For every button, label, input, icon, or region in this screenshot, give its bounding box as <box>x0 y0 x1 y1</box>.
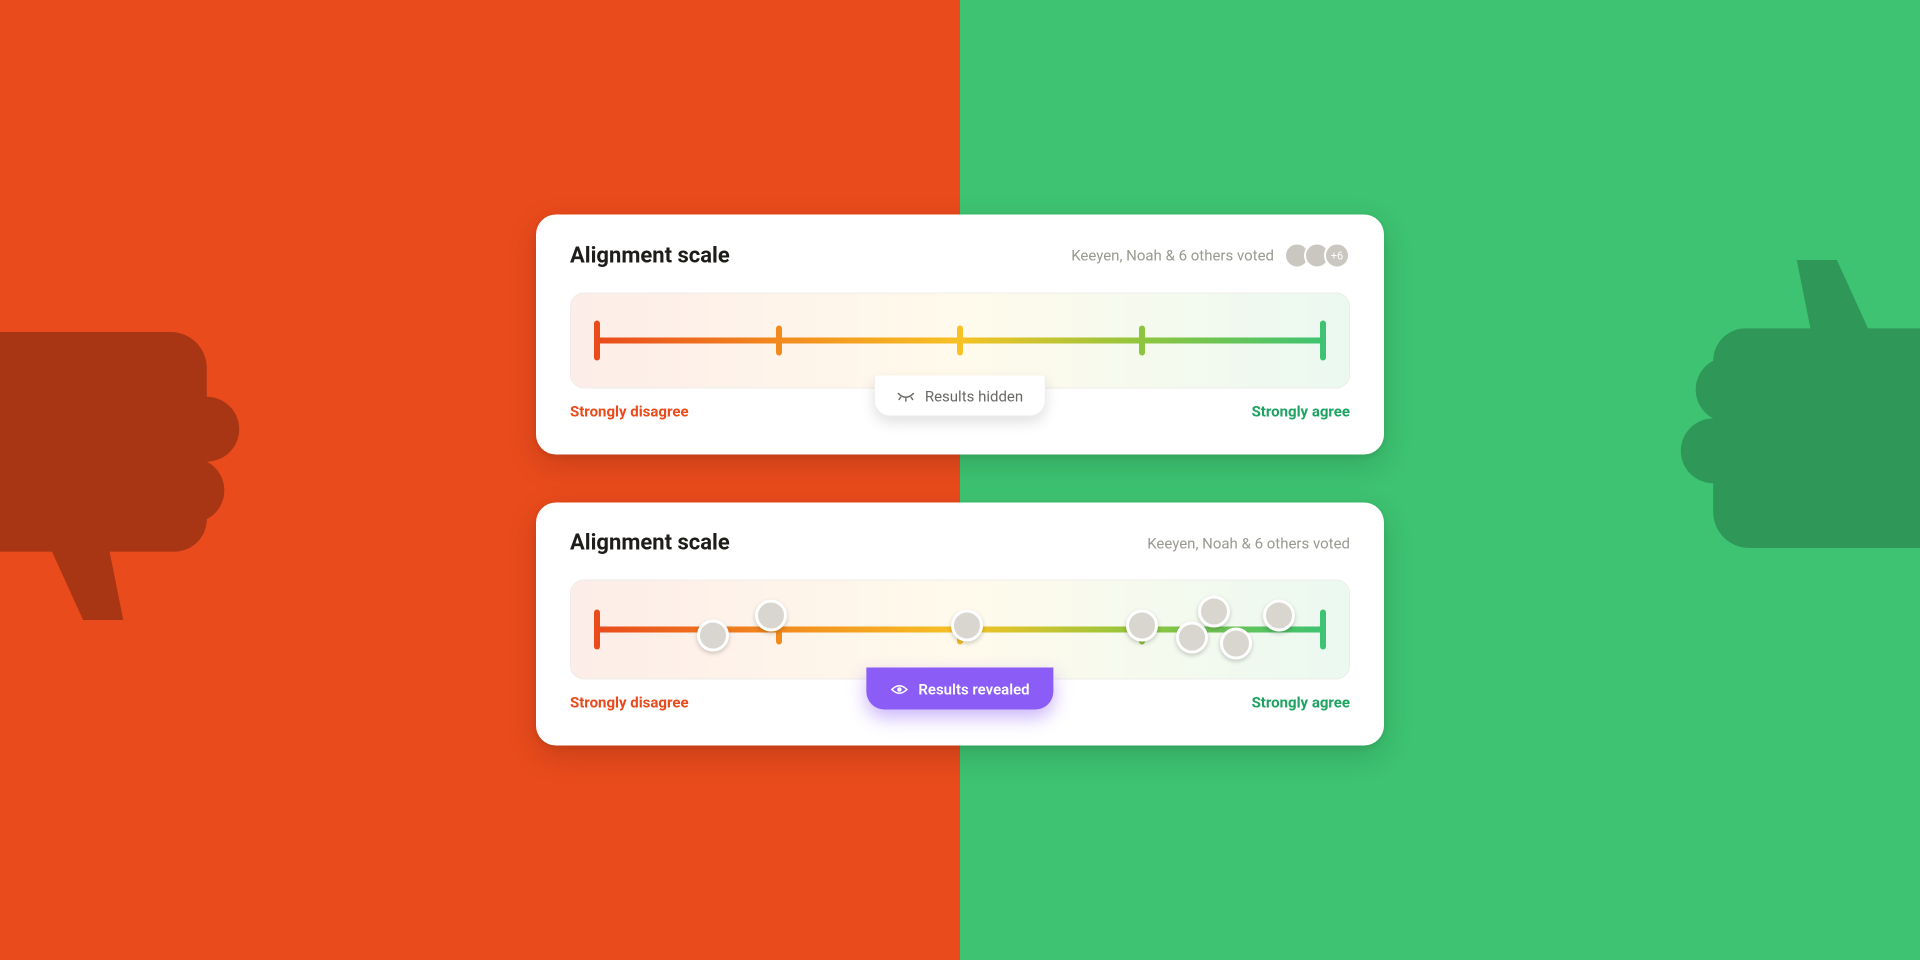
voters-summary: Keeyen, Noah & 6 others voted +6 <box>1071 243 1350 269</box>
slider-track <box>597 338 1323 344</box>
alignment-card-revealed: Alignment scale Keeyen, Noah & 6 others … <box>536 503 1384 746</box>
label-strongly-agree: Strongly agree <box>1252 403 1350 421</box>
tick-disagree[interactable] <box>776 326 782 356</box>
tick-strongly-disagree[interactable] <box>594 321 600 361</box>
vote-avatar[interactable] <box>755 600 787 632</box>
voters-text: Keeyen, Noah & 6 others voted <box>1147 534 1350 552</box>
vote-avatar[interactable] <box>697 620 729 652</box>
vote-avatar[interactable] <box>1198 596 1230 628</box>
tick-strongly-agree[interactable] <box>1320 321 1326 361</box>
tick-agree[interactable] <box>1139 326 1145 356</box>
vote-avatar[interactable] <box>1220 628 1252 660</box>
alignment-slider[interactable] <box>570 580 1350 680</box>
voters-text: Keeyen, Noah & 6 others voted <box>1071 247 1274 265</box>
tick-strongly-disagree[interactable] <box>594 610 600 650</box>
slider-track <box>597 627 1323 633</box>
results-hidden-pill[interactable]: Results hidden <box>874 376 1046 417</box>
voters-summary: Keeyen, Noah & 6 others voted <box>1147 534 1350 552</box>
thumbs-down-icon <box>0 260 340 620</box>
voters-avatars: +6 <box>1284 243 1350 269</box>
vote-avatar[interactable] <box>951 610 983 642</box>
vote-avatar[interactable] <box>1263 600 1295 632</box>
vote-avatar[interactable] <box>1126 610 1158 642</box>
tick-strongly-agree[interactable] <box>1320 610 1326 650</box>
pill-label: Results hidden <box>925 388 1023 406</box>
card-title: Alignment scale <box>570 531 730 556</box>
thumbs-up-icon <box>1580 260 1920 620</box>
alignment-slider[interactable] <box>570 293 1350 389</box>
eye-open-icon <box>890 683 908 697</box>
eye-closed-icon <box>897 390 915 404</box>
tick-neutral[interactable] <box>957 326 963 356</box>
label-strongly-disagree: Strongly disagree <box>570 694 689 712</box>
alignment-card-hidden: Alignment scale Keeyen, Noah & 6 others … <box>536 215 1384 455</box>
card-title: Alignment scale <box>570 243 730 268</box>
pill-label: Results revealed <box>918 681 1029 699</box>
label-strongly-agree: Strongly agree <box>1252 694 1350 712</box>
vote-avatar[interactable] <box>1176 622 1208 654</box>
results-revealed-pill[interactable]: Results revealed <box>866 668 1053 710</box>
avatar-overflow-count: +6 <box>1324 243 1350 269</box>
label-strongly-disagree: Strongly disagree <box>570 403 689 421</box>
